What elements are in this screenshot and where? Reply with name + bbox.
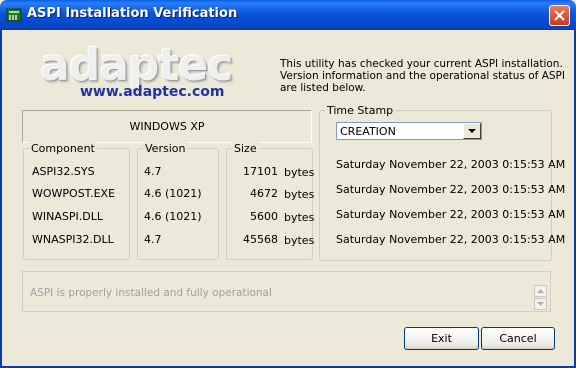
size-cell: 17101 bbox=[243, 165, 278, 178]
component-cell: WNASPI32.DLL bbox=[32, 233, 114, 246]
scroll-down-button[interactable] bbox=[534, 298, 547, 310]
size-cell: 5600 bbox=[250, 210, 278, 223]
timestamp-value: Saturday November 22, 2003 0:15:53 AM bbox=[336, 233, 566, 246]
adaptec-url: www.adaptec.com bbox=[80, 84, 225, 100]
size-unit: bytes bbox=[284, 188, 315, 201]
version-cell: 4.7 bbox=[144, 233, 162, 246]
arrow-down-icon bbox=[537, 302, 544, 306]
arrow-up-icon bbox=[537, 289, 544, 293]
timestamp-select-value: CREATION bbox=[340, 125, 396, 138]
component-cell: ASPI32.SYS bbox=[32, 165, 95, 178]
close-button[interactable] bbox=[549, 5, 570, 26]
version-cell: 4.6 (1021) bbox=[144, 210, 202, 223]
version-header: Version bbox=[143, 142, 188, 155]
version-cell: 4.6 (1021) bbox=[144, 187, 202, 200]
component-cell: WOWPOST.EXE bbox=[32, 187, 116, 200]
os-label: WINDOWS XP bbox=[129, 120, 205, 133]
timestamp-value: Saturday November 22, 2003 0:15:53 AM bbox=[336, 208, 566, 221]
timestamp-value: Saturday November 22, 2003 0:15:53 AM bbox=[336, 183, 566, 196]
close-icon bbox=[554, 10, 565, 21]
component-header: Component bbox=[29, 142, 97, 155]
exit-button[interactable]: Exit bbox=[404, 327, 479, 350]
component-cell: WINASPI.DLL bbox=[32, 210, 103, 223]
description-text: This utility has checked your current AS… bbox=[280, 58, 565, 94]
size-cell: 4672 bbox=[250, 187, 278, 200]
app-icon bbox=[6, 7, 22, 23]
size-unit: bytes bbox=[284, 166, 315, 179]
window-title: ASPI Installation Verification bbox=[27, 6, 238, 21]
status-text: ASPI is properly installed and fully ope… bbox=[30, 287, 272, 299]
timestamp-select[interactable]: CREATION bbox=[336, 122, 482, 140]
timestamp-header: Time Stamp bbox=[325, 104, 396, 117]
size-header: Size bbox=[232, 142, 259, 155]
size-cell: 45568 bbox=[243, 233, 278, 246]
chevron-down-icon bbox=[468, 129, 476, 133]
scroll-up-button[interactable] bbox=[534, 285, 547, 297]
version-cell: 4.7 bbox=[144, 165, 162, 178]
timestamp-value: Saturday November 22, 2003 0:15:53 AM bbox=[336, 158, 566, 171]
size-unit: bytes bbox=[284, 234, 315, 247]
cancel-button[interactable]: Cancel bbox=[481, 327, 555, 350]
dropdown-button[interactable] bbox=[463, 123, 481, 139]
size-unit: bytes bbox=[284, 211, 315, 224]
